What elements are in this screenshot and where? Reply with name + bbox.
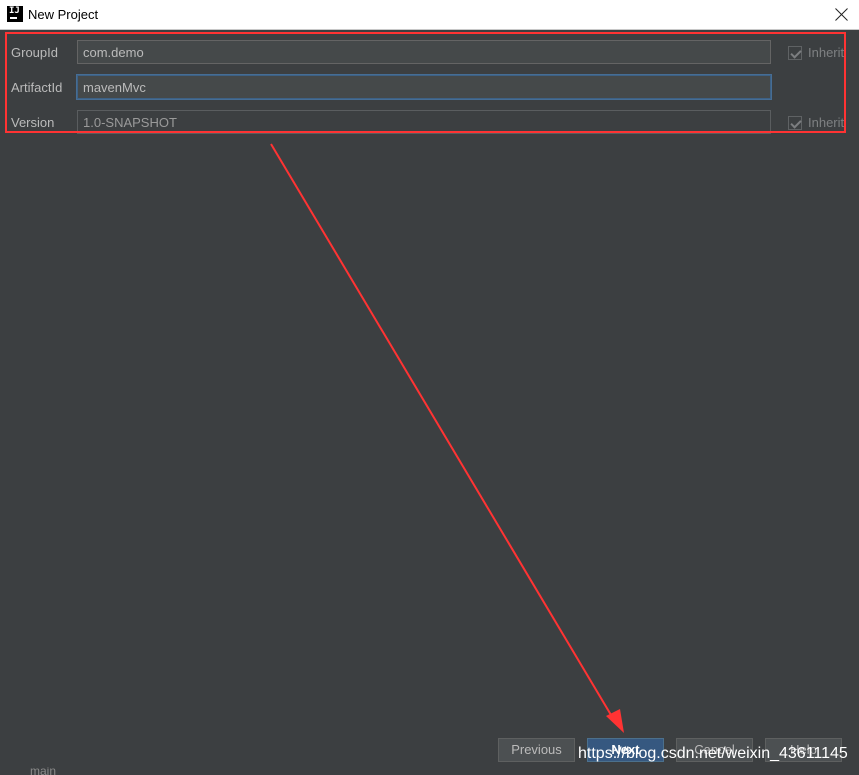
group-id-inherit-checkbox[interactable]: Inherit xyxy=(788,45,844,60)
title-bar: IJ New Project xyxy=(0,0,859,30)
background-fragment-text: main xyxy=(30,767,57,775)
artifact-id-row: ArtifactId xyxy=(0,75,859,101)
cancel-button[interactable]: Cancel xyxy=(676,738,753,762)
group-id-inherit-label: Inherit xyxy=(808,45,845,60)
help-button[interactable]: Help xyxy=(765,738,842,762)
close-icon[interactable] xyxy=(831,4,853,26)
previous-button[interactable]: Previous xyxy=(498,738,575,762)
version-inherit-label: Inherit xyxy=(808,115,845,130)
artifact-id-input[interactable] xyxy=(77,75,771,99)
logo-text: IJ xyxy=(9,6,20,16)
group-id-label: GroupId xyxy=(11,45,58,60)
group-id-input[interactable] xyxy=(77,40,771,64)
version-label: Version xyxy=(11,115,55,130)
version-input[interactable] xyxy=(77,110,771,134)
checkbox-checked-icon xyxy=(788,115,802,130)
intellij-logo-icon: IJ xyxy=(7,6,23,22)
artifact-id-label: ArtifactId xyxy=(11,80,63,95)
window-title: New Project xyxy=(28,7,99,22)
checkbox-checked-icon xyxy=(788,45,802,60)
version-row: Version Inherit xyxy=(0,110,859,136)
version-inherit-checkbox[interactable]: Inherit xyxy=(788,115,844,130)
group-id-row: GroupId Inherit xyxy=(0,40,859,66)
next-button[interactable]: Next xyxy=(587,738,664,762)
background-window-fragment: main xyxy=(0,767,100,775)
